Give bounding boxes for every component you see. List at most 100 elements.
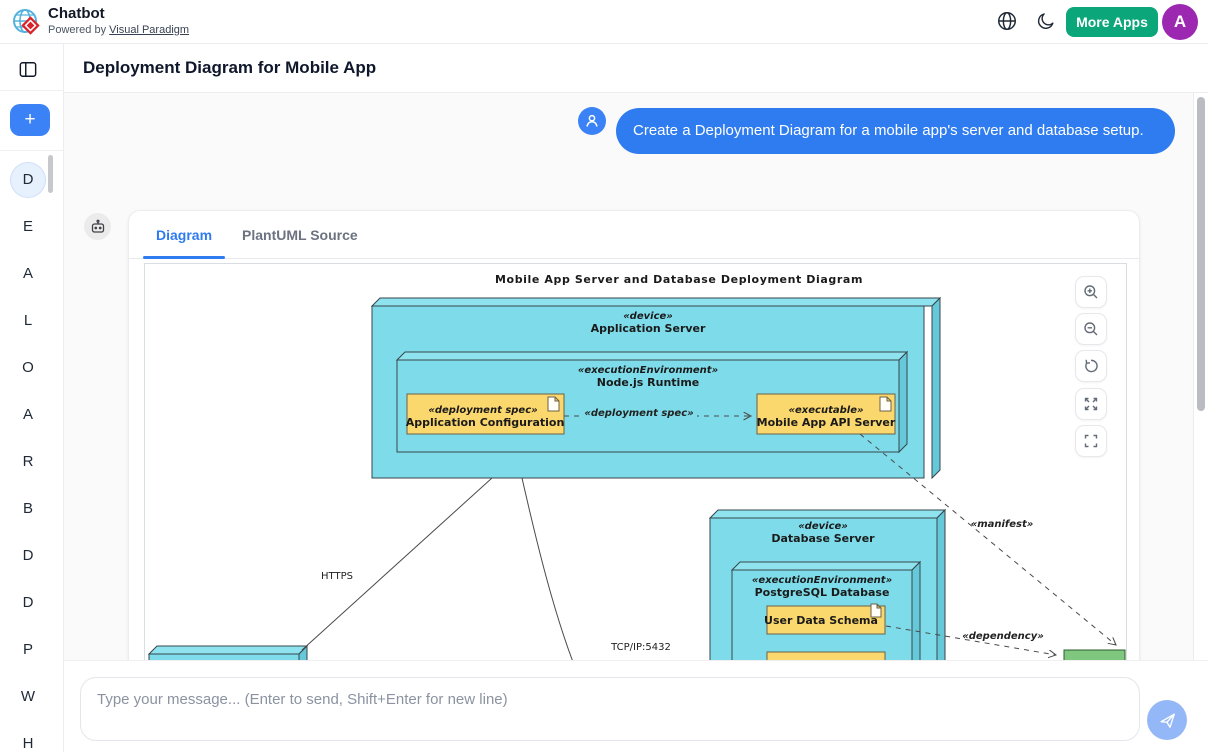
app-config-name: Application Configuration bbox=[406, 416, 565, 429]
user-avatar-menu[interactable]: A bbox=[1162, 4, 1198, 40]
brand-block: Chatbot Powered by Visual Paradigm bbox=[48, 4, 189, 37]
tab-diagram[interactable]: Diagram bbox=[143, 211, 225, 258]
zoom-out-icon bbox=[1083, 321, 1099, 337]
sidebar-item-label: A bbox=[11, 257, 45, 291]
artifact-file-icon bbox=[548, 397, 559, 411]
sidebar-item-8[interactable]: D bbox=[0, 532, 56, 579]
sidebar-item-1[interactable]: E bbox=[0, 203, 56, 250]
sidebar-item-label: E bbox=[11, 210, 45, 244]
user-message-bubble: Create a Deployment Diagram for a mobile… bbox=[616, 108, 1175, 154]
edge-https bbox=[302, 478, 492, 650]
sidebar-history-list: DEALOARBDDPWH bbox=[0, 156, 56, 752]
expand-button[interactable] bbox=[1075, 388, 1107, 420]
zoom-in-button[interactable] bbox=[1075, 276, 1107, 308]
sidebar-divider bbox=[0, 90, 64, 91]
moon-icon bbox=[1036, 11, 1056, 31]
sidebar-item-2[interactable]: A bbox=[0, 250, 56, 297]
diagram-title: Mobile App Server and Database Deploymen… bbox=[495, 273, 863, 286]
sidebar-item-label: R bbox=[11, 445, 45, 479]
language-button[interactable] bbox=[995, 10, 1019, 34]
sidebar-item-label: A bbox=[11, 398, 45, 432]
db-server-name: Database Server bbox=[771, 532, 875, 545]
edge-manifest-label: «manifest» bbox=[971, 519, 1034, 530]
robot-icon bbox=[90, 219, 106, 235]
zoom-out-button[interactable] bbox=[1075, 313, 1107, 345]
edge-tcp-label: TCP/IP:5432 bbox=[610, 642, 671, 653]
sidebar-item-7[interactable]: B bbox=[0, 485, 56, 532]
sidebar-item-5[interactable]: A bbox=[0, 391, 56, 438]
sidebar-item-label: O bbox=[11, 351, 45, 385]
edge-dependency-label: «dependency» bbox=[962, 631, 1044, 642]
node-bottom-left-partial bbox=[149, 646, 307, 660]
postgres-name: PostgreSQL Database bbox=[755, 586, 890, 599]
send-icon bbox=[1158, 711, 1177, 730]
api-server-name: Mobile App API Server bbox=[757, 416, 896, 429]
visual-paradigm-link[interactable]: Visual Paradigm bbox=[109, 24, 189, 36]
component-green-partial bbox=[1064, 650, 1125, 660]
top-header: Chatbot Powered by Visual Paradigm More … bbox=[0, 0, 1208, 44]
sidebar-item-10[interactable]: P bbox=[0, 626, 56, 673]
sidebar-item-11[interactable]: W bbox=[0, 673, 56, 720]
app-title: Chatbot bbox=[48, 4, 189, 23]
tab-plantuml-source[interactable]: PlantUML Source bbox=[229, 211, 371, 258]
globe-icon bbox=[996, 10, 1018, 32]
edge-deployment-spec-label: «deployment spec» bbox=[584, 408, 693, 419]
deployment-diagram: Mobile App Server and Database Deploymen… bbox=[145, 264, 1126, 660]
page-title-bar: Deployment Diagram for Mobile App bbox=[64, 44, 1208, 93]
edge-tcp bbox=[522, 478, 573, 660]
app-config-stereotype: «deployment spec» bbox=[428, 405, 537, 416]
main-area: Deployment Diagram for Mobile App Create… bbox=[64, 44, 1208, 752]
sidebar-item-6[interactable]: R bbox=[0, 438, 56, 485]
sidebar-scrollbar[interactable] bbox=[48, 155, 53, 193]
fullscreen-icon bbox=[1083, 433, 1099, 449]
page-title: Deployment Diagram for Mobile App bbox=[83, 58, 376, 78]
message-input-bar bbox=[64, 660, 1208, 752]
reset-view-button[interactable] bbox=[1075, 350, 1107, 382]
fullscreen-button[interactable] bbox=[1075, 425, 1107, 457]
nodejs-name: Node.js Runtime bbox=[597, 376, 700, 389]
app-server-stereotype: «device» bbox=[623, 311, 673, 322]
card-tabs: Diagram PlantUML Source bbox=[129, 211, 1139, 259]
sidebar-divider bbox=[0, 150, 64, 151]
nodejs-stereotype: «executionEnvironment» bbox=[578, 365, 718, 376]
sidebar-item-label: D bbox=[11, 163, 45, 197]
user-message-avatar bbox=[578, 107, 606, 135]
chat-scrollbar-thumb[interactable] bbox=[1197, 97, 1205, 411]
message-input[interactable] bbox=[80, 677, 1140, 741]
artifact-mobile-app-api-server: «executable» Mobile App API Server bbox=[757, 394, 896, 434]
sidebar-item-4[interactable]: O bbox=[0, 344, 56, 391]
send-button[interactable] bbox=[1147, 700, 1187, 740]
powered-by: Powered by Visual Paradigm bbox=[48, 23, 189, 37]
sidebar-item-label: H bbox=[11, 727, 45, 752]
panel-toggle-icon bbox=[19, 61, 37, 78]
visual-paradigm-logo bbox=[12, 8, 40, 36]
dark-mode-button[interactable] bbox=[1034, 10, 1058, 34]
db-server-stereotype: «device» bbox=[798, 521, 848, 532]
postgres-stereotype: «executionEnvironment» bbox=[752, 575, 892, 586]
more-apps-button[interactable]: More Apps bbox=[1066, 7, 1158, 37]
diagram-viewport[interactable]: Mobile App Server and Database Deploymen… bbox=[144, 263, 1127, 660]
expand-icon bbox=[1083, 396, 1099, 412]
sidebar-item-label: D bbox=[11, 539, 45, 573]
sidebar-item-label: W bbox=[11, 680, 45, 714]
artifact-application-configuration: «deployment spec» Application Configurat… bbox=[406, 394, 565, 434]
api-server-stereotype: «executable» bbox=[789, 405, 864, 416]
bot-avatar bbox=[84, 213, 111, 240]
artifact-user-data-schema: User Data Schema bbox=[764, 604, 885, 634]
chat-scrollbar-track[interactable] bbox=[1193, 93, 1208, 660]
new-chat-button[interactable]: + bbox=[10, 104, 50, 136]
sidebar-item-3[interactable]: L bbox=[0, 297, 56, 344]
reset-view-icon bbox=[1083, 358, 1099, 374]
sidebar: + DEALOARBDDPWH bbox=[0, 44, 64, 752]
sidebar-item-label: L bbox=[11, 304, 45, 338]
edge-https-label: HTTPS bbox=[321, 571, 353, 582]
diagram-card: Diagram PlantUML Source Mobile App Serve… bbox=[128, 210, 1140, 660]
user-icon bbox=[584, 113, 600, 129]
artifact-partial bbox=[767, 652, 885, 660]
sidebar-item-12[interactable]: H bbox=[0, 720, 56, 752]
app-server-name: Application Server bbox=[591, 322, 706, 335]
powered-by-text: Powered by bbox=[48, 24, 109, 36]
artifact-file-icon bbox=[880, 397, 891, 411]
sidebar-toggle-button[interactable] bbox=[14, 58, 42, 84]
sidebar-item-9[interactable]: D bbox=[0, 579, 56, 626]
